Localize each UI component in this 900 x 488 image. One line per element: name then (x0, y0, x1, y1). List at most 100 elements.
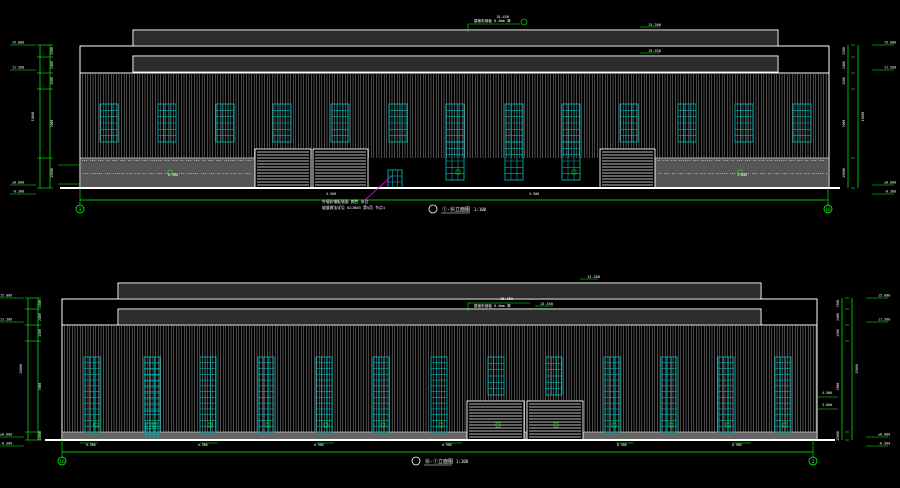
stone-speck (242, 160, 244, 161)
stone-speck (792, 173, 794, 174)
stone-speck (189, 173, 191, 174)
stone-speck (179, 173, 181, 174)
stone-speck (211, 173, 213, 174)
stone-speck (808, 173, 810, 174)
stone-speck (753, 160, 755, 161)
stone-speck (754, 173, 756, 174)
stone-speck (196, 160, 198, 161)
stone-speck (92, 160, 94, 161)
stone-speck (812, 173, 814, 174)
stone-speck (790, 173, 792, 174)
stone-speck (85, 173, 87, 174)
base-label-1: 0.900 (86, 443, 96, 447)
stone-speck (134, 160, 136, 161)
stone-speck (107, 173, 109, 174)
roof-level: 15.450 (496, 15, 509, 19)
ridge-level: 13.200 (648, 23, 661, 27)
stone-speck (796, 173, 798, 174)
stone-speck (697, 160, 699, 161)
stone-speck (97, 173, 99, 174)
stone-speck (172, 160, 174, 161)
stone-speck (823, 160, 825, 161)
stone-speck (748, 173, 750, 174)
stone-speck (197, 173, 199, 174)
level-label: ±0.000 (884, 181, 896, 185)
stone-speck (707, 160, 709, 161)
stone-speck (248, 160, 250, 161)
stone-speck (822, 173, 824, 174)
stone-speck (117, 173, 119, 174)
stone-speck (161, 173, 163, 174)
dimension-value: 2400 (836, 313, 840, 321)
elevation-title: ⑯-①立面图 (425, 458, 453, 465)
stone-speck (720, 173, 722, 174)
stone-speck (820, 173, 822, 174)
stone-speck (150, 160, 152, 161)
stone-speck (681, 160, 683, 161)
stone-speck (712, 173, 714, 174)
stone-speck (152, 160, 154, 161)
stone-speck (700, 173, 702, 174)
stone-speck (759, 160, 761, 161)
axis-label-left: 1 (78, 207, 81, 213)
stone-speck (679, 160, 681, 161)
stone-speck (821, 160, 823, 161)
stone-speck (756, 173, 758, 174)
stone-speck (105, 173, 107, 174)
stone-speck (806, 173, 808, 174)
dimension-value: 1500 (836, 329, 840, 337)
stone-speck (786, 173, 788, 174)
stone-speck (755, 160, 757, 161)
base-label-2: 0.900 (198, 443, 208, 447)
dimension-value: 2400 (38, 313, 42, 321)
stone-speck (154, 160, 156, 161)
stone-speck (160, 160, 162, 161)
stone-speck (198, 160, 200, 161)
elevation-scale: 1:100 (456, 459, 469, 464)
stone-speck (663, 160, 665, 161)
stone-speck (711, 160, 713, 161)
stone-speck (153, 173, 155, 174)
stone-speck (701, 160, 703, 161)
stone-speck (124, 160, 126, 161)
stone-speck (238, 160, 240, 161)
stone-speck (800, 173, 802, 174)
stone-speck (159, 173, 161, 174)
axis-label-left: 16 (59, 459, 65, 465)
stone-speck (182, 160, 184, 161)
level-label: ±0.000 (0, 433, 12, 437)
stone-speck (245, 173, 247, 174)
stone-speck (723, 160, 725, 161)
stone-speck (705, 160, 707, 161)
level-label: 11.500 (884, 66, 896, 70)
stone-speck (658, 173, 660, 174)
dimension-value: 2400 (50, 61, 54, 69)
stone-speck (664, 173, 666, 174)
stone-speck (181, 173, 183, 174)
stone-speck (781, 160, 783, 161)
stone-speck (116, 160, 118, 161)
side-label-1: 4.500 (822, 391, 832, 395)
stone-speck (227, 173, 229, 174)
elevation-scale: 1:100 (474, 207, 487, 212)
stone-speck (102, 160, 104, 161)
note-2: 坡道做法详见 02J003 第5页 节点1 (322, 205, 386, 210)
level-label: -0.300 (0, 442, 12, 446)
stone-speck (183, 173, 185, 174)
stone-speck (180, 160, 182, 161)
stone-speck (767, 160, 769, 161)
stone-speck (108, 160, 110, 161)
stone-speck (730, 173, 732, 174)
elevation-title: ①-⑯立面图 (442, 206, 470, 213)
stone-speck (176, 160, 178, 161)
cad-drawing-canvas: 1 16 ①-⑯立面图 1:100 外墙彩钢板墙面 颜色 米白 坡道做法详见 0… (0, 0, 900, 488)
eave-level: 15.450 (540, 302, 553, 306)
stone-speck (762, 173, 764, 174)
stone-speck (165, 173, 167, 174)
stone-speck (805, 160, 807, 161)
stone-speck (168, 160, 170, 161)
stone-speck (737, 160, 739, 161)
stone-speck (659, 160, 661, 161)
stone-speck (213, 173, 215, 174)
stone-speck (666, 173, 668, 174)
